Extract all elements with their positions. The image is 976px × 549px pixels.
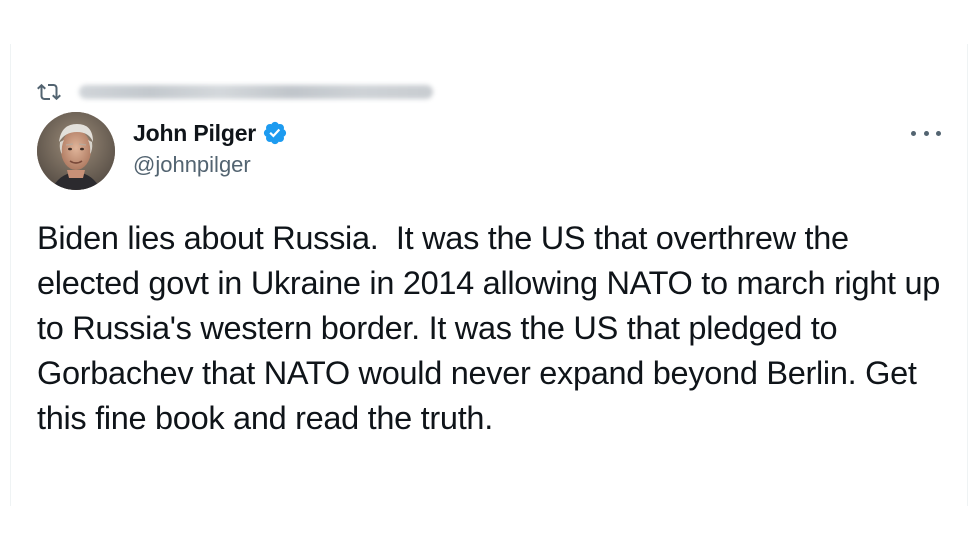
more-dot <box>936 130 941 136</box>
tweet-card[interactable]: Retweeted (blurred) <box>10 44 968 506</box>
retweet-icon <box>37 80 61 104</box>
name-row: John Pilger <box>133 118 288 148</box>
avatar[interactable] <box>37 112 115 190</box>
screenshot-frame: Retweeted (blurred) <box>0 0 976 549</box>
more-dot <box>923 130 929 136</box>
user-handle[interactable]: @johnpilger <box>133 152 288 178</box>
author-block[interactable]: John Pilger @johnpilger <box>133 118 288 178</box>
retweet-context: Retweeted (blurred) <box>37 80 433 104</box>
retweeted-by-blurred[interactable]: Retweeted (blurred) <box>79 85 433 99</box>
more-options-icon[interactable] <box>911 126 941 140</box>
verified-badge-icon <box>262 120 288 146</box>
more-dot <box>911 130 916 136</box>
tweet-text: Biden lies about Russia. It was the US t… <box>37 220 949 436</box>
display-name[interactable]: John Pilger <box>133 120 256 147</box>
